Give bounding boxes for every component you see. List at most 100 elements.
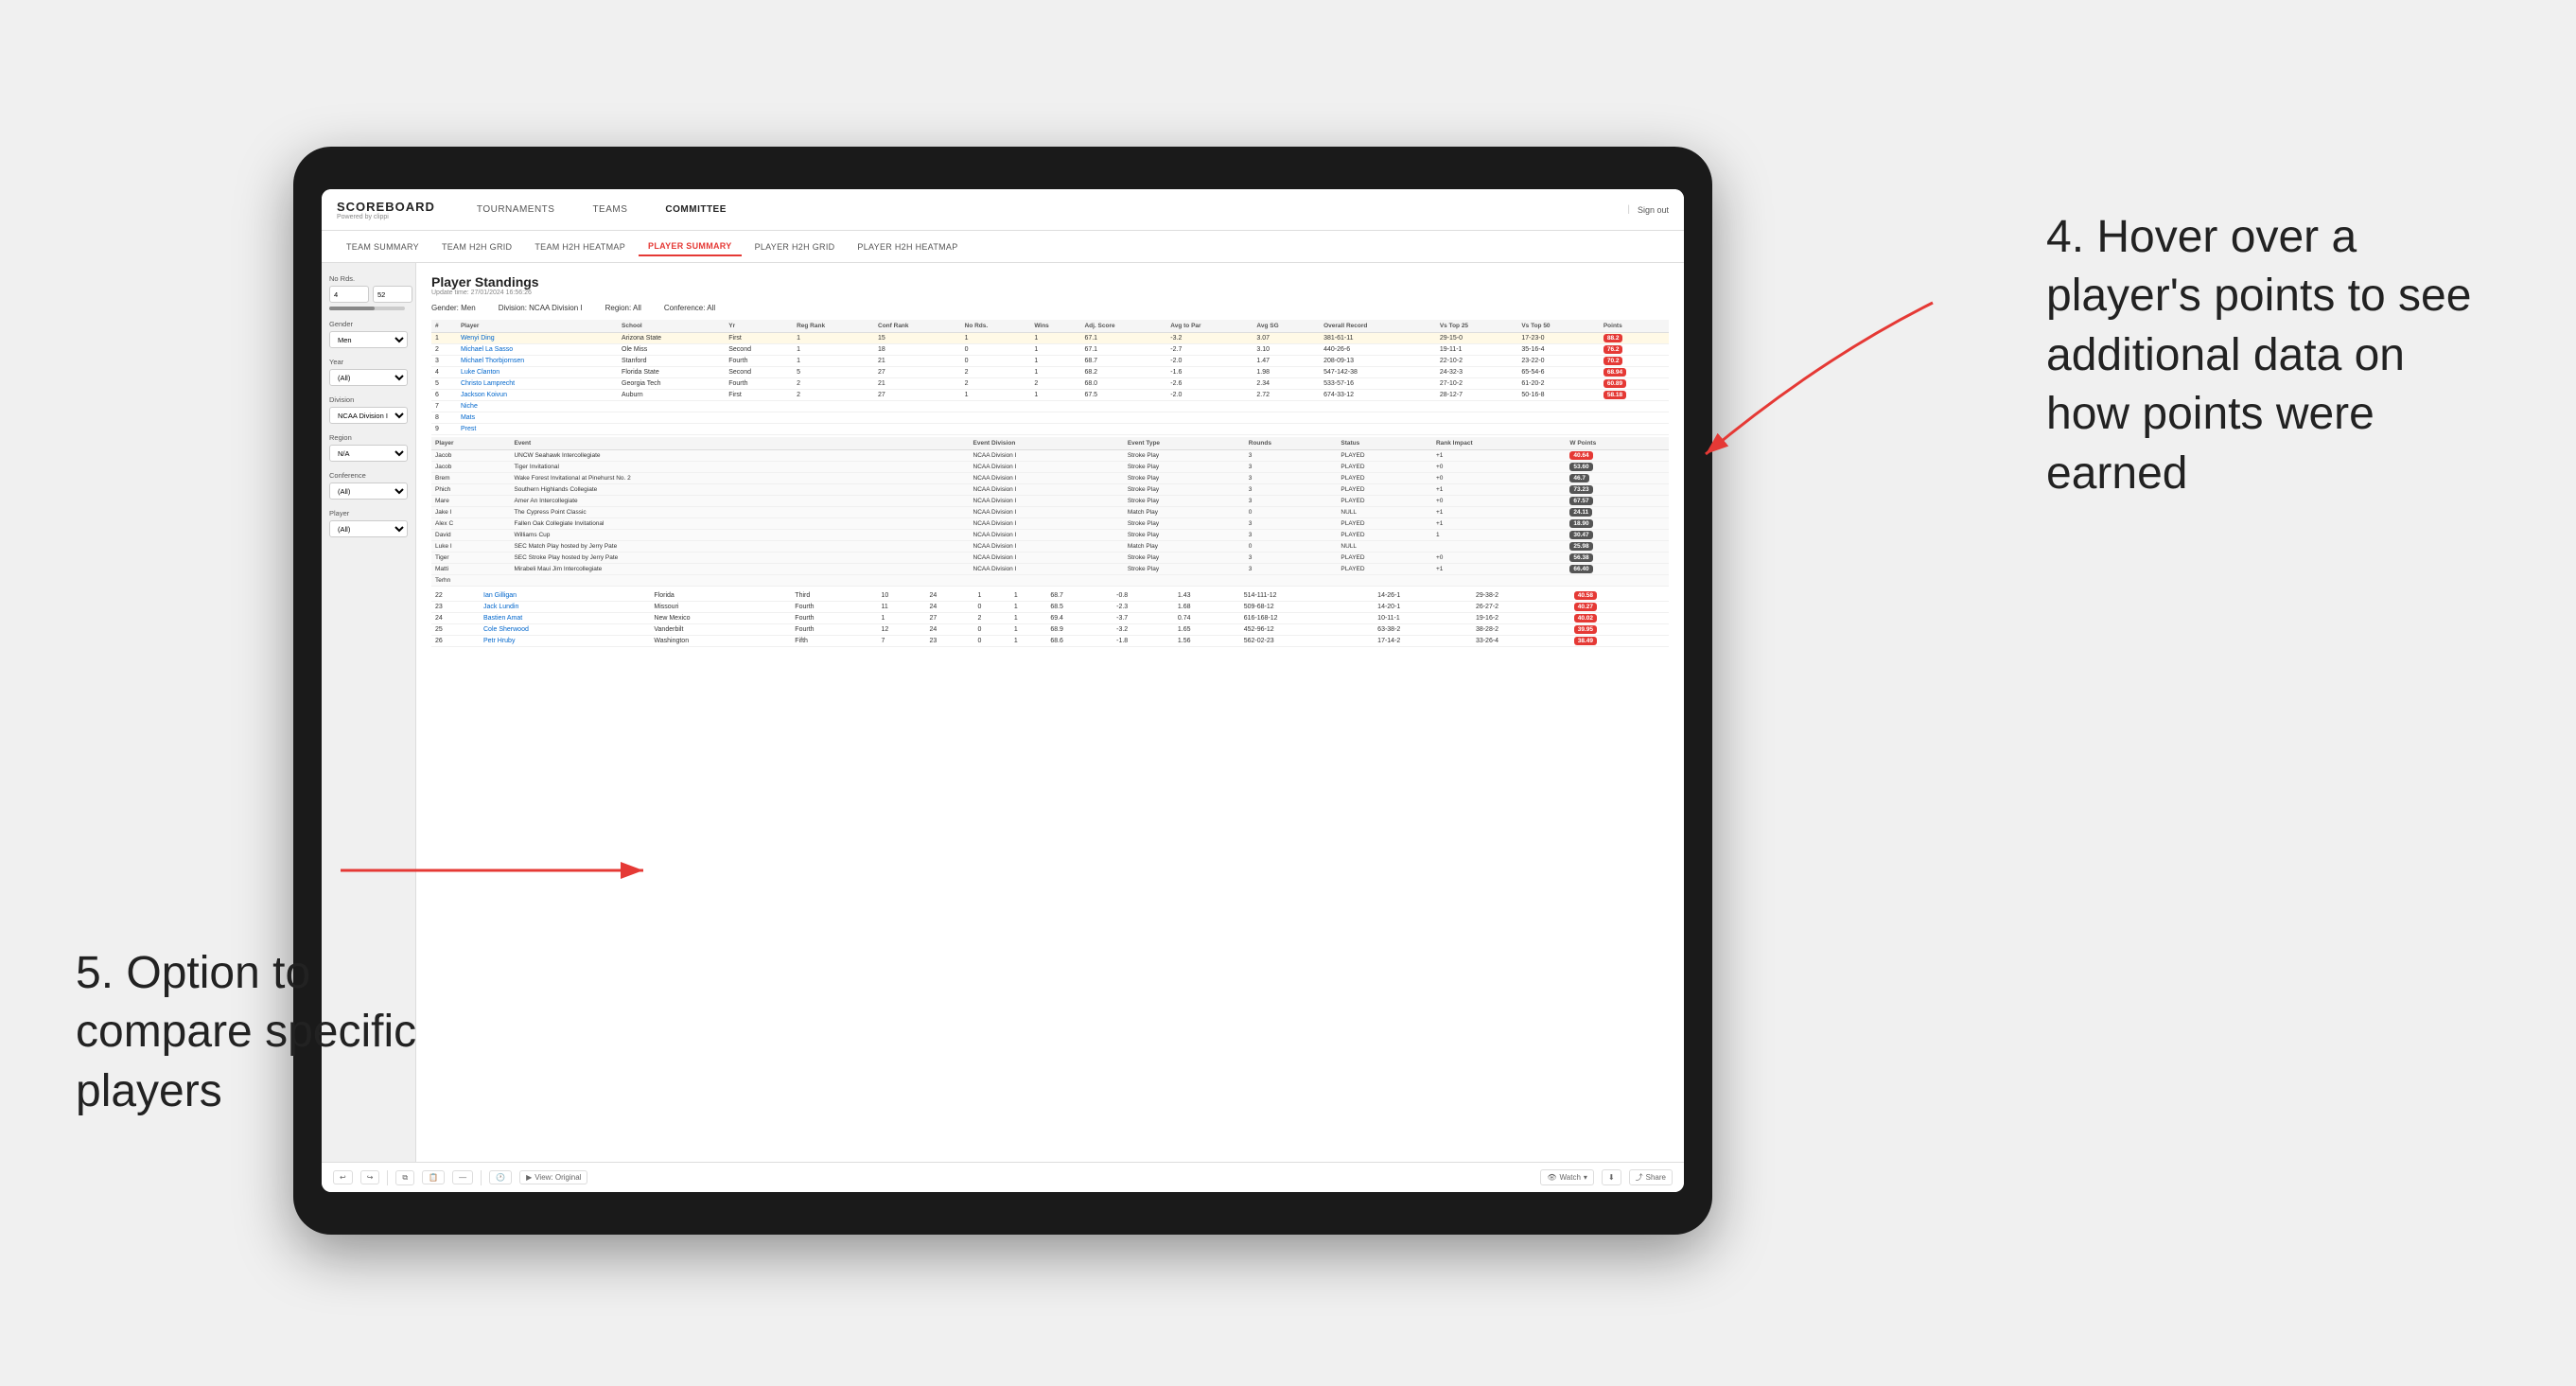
- event-cell-player: Phich: [431, 484, 510, 496]
- event-cell-wpoints[interactable]: [1566, 575, 1669, 587]
- event-cell-wpoints[interactable]: 25.98: [1566, 541, 1669, 553]
- event-points-badge[interactable]: 66.40: [1569, 565, 1592, 573]
- event-cell-rank: +1: [1432, 564, 1566, 575]
- col-wins: Wins: [1030, 320, 1080, 333]
- event-points-badge[interactable]: 67.57: [1569, 497, 1592, 505]
- cell-yr: First: [725, 333, 793, 344]
- copy-btn[interactable]: ⧉: [395, 1170, 414, 1185]
- event-points-badge[interactable]: 30.47: [1569, 531, 1592, 539]
- cell-rds: 1: [961, 390, 1031, 401]
- subnav-team-h2h-grid[interactable]: TEAM H2H GRID: [432, 238, 521, 255]
- cell-player[interactable]: Michael La Sasso: [457, 344, 618, 356]
- lower-cell-conf-rank: 24: [925, 602, 973, 613]
- event-points-badge[interactable]: 56.38: [1569, 553, 1592, 562]
- lower-points-badge[interactable]: 40.27: [1574, 603, 1597, 611]
- lower-cell-player[interactable]: Bastien Amat: [480, 613, 650, 624]
- share-btn[interactable]: ⤴ Share: [1629, 1169, 1673, 1185]
- lower-points-badge[interactable]: 40.02: [1574, 614, 1597, 623]
- subnav-team-h2h-heatmap[interactable]: TEAM H2H HEATMAP: [525, 238, 635, 255]
- paste-btn[interactable]: 📋: [422, 1170, 445, 1184]
- event-cell-event: Amer An Intercollegiate: [510, 496, 969, 507]
- lower-points-badge[interactable]: 39.95: [1574, 625, 1597, 634]
- division-select[interactable]: NCAA Division I: [329, 407, 408, 424]
- event-cell-wpoints[interactable]: 18.90: [1566, 518, 1669, 530]
- subnav-player-h2h-grid[interactable]: PLAYER H2H GRID: [745, 238, 845, 255]
- cell-wins: [1030, 401, 1080, 412]
- watch-btn[interactable]: 👁 Watch ▾: [1540, 1169, 1594, 1185]
- subnav-team-summary[interactable]: TEAM SUMMARY: [337, 238, 429, 255]
- event-cell-wpoints[interactable]: 24.11: [1566, 507, 1669, 518]
- cell-to-par: -2.0: [1166, 390, 1253, 401]
- player-select[interactable]: (All): [329, 520, 408, 537]
- col-record: Overall Record: [1320, 320, 1436, 333]
- event-cell-wpoints[interactable]: 30.47: [1566, 530, 1669, 541]
- cell-player[interactable]: Jackson Koivun: [457, 390, 618, 401]
- event-cell-player: Matti: [431, 564, 510, 575]
- cell-num: 5: [431, 378, 457, 390]
- cell-record: 381-61-11: [1320, 333, 1436, 344]
- lower-cell-points[interactable]: 39.95: [1570, 624, 1669, 636]
- nav-teams[interactable]: TEAMS: [585, 201, 635, 219]
- event-points-badge[interactable]: 18.90: [1569, 519, 1592, 528]
- lower-cell-player[interactable]: Ian Gilligan: [480, 590, 650, 602]
- cell-wins: 2: [1030, 378, 1080, 390]
- event-cell-wpoints[interactable]: 56.38: [1566, 553, 1669, 564]
- no-rds-slider[interactable]: [329, 307, 405, 310]
- cell-adj-score: 67.5: [1080, 390, 1166, 401]
- lower-cell-school: Missouri: [650, 602, 791, 613]
- lower-cell-player[interactable]: Jack Lundin: [480, 602, 650, 613]
- sign-out-link[interactable]: Sign out: [1638, 205, 1669, 215]
- region-select[interactable]: N/A: [329, 445, 408, 462]
- no-rds-max-input[interactable]: [373, 286, 412, 303]
- event-points-badge[interactable]: 24.11: [1569, 508, 1592, 517]
- lower-points-badge[interactable]: 40.58: [1574, 591, 1597, 600]
- gender-select[interactable]: Men: [329, 331, 408, 348]
- nav-tournaments[interactable]: TOURNAMENTS: [469, 201, 563, 219]
- cell-vs25: [1436, 424, 1518, 435]
- nav-committee[interactable]: COMMITTEE: [657, 201, 734, 219]
- conference-select[interactable]: (All): [329, 482, 408, 500]
- subnav-player-h2h-heatmap[interactable]: PLAYER H2H HEATMAP: [848, 238, 967, 255]
- lower-cell-points[interactable]: 40.02: [1570, 613, 1669, 624]
- clock-btn[interactable]: 🕐: [489, 1170, 512, 1184]
- redo-btn[interactable]: ↪: [360, 1170, 380, 1184]
- event-col-rounds: Rounds: [1245, 437, 1338, 450]
- event-cell-wpoints[interactable]: 66.40: [1566, 564, 1669, 575]
- cell-player[interactable]: Michael Thorbjornsen: [457, 356, 618, 367]
- lower-cell-player[interactable]: Cole Sherwood: [480, 624, 650, 636]
- cell-player[interactable]: Niche: [457, 401, 618, 412]
- event-points-badge[interactable]: 25.98: [1569, 542, 1592, 551]
- no-rds-min-input[interactable]: [329, 286, 369, 303]
- lower-cell-points[interactable]: 40.27: [1570, 602, 1669, 613]
- event-cell-event: Wake Forest Invitational at Pinehurst No…: [510, 473, 969, 484]
- cell-school: Stanford: [618, 356, 725, 367]
- lower-cell-points[interactable]: 40.58: [1570, 590, 1669, 602]
- logo-area: SCOREBOARD Powered by clippi: [337, 200, 435, 220]
- lower-cell-points[interactable]: 38.49: [1570, 636, 1669, 647]
- view-btn[interactable]: ▶ View: Original: [519, 1170, 587, 1184]
- cell-player[interactable]: Prest: [457, 424, 618, 435]
- event-cell-player: Jacob: [431, 462, 510, 473]
- lower-cell-yr: Third: [791, 590, 877, 602]
- sidebar-conference: Conference (All): [329, 471, 408, 500]
- lower-points-badge[interactable]: 38.49: [1574, 637, 1597, 645]
- cell-player[interactable]: Luke Clanton: [457, 367, 618, 378]
- download-btn[interactable]: ⬇: [1602, 1169, 1621, 1185]
- cell-player[interactable]: Christo Lamprecht: [457, 378, 618, 390]
- year-select[interactable]: (All): [329, 369, 408, 386]
- cell-player[interactable]: Mats: [457, 412, 618, 424]
- event-cell-status: PLAYED: [1337, 564, 1432, 575]
- cell-rds: 0: [961, 344, 1031, 356]
- lower-cell-to-par: -3.7: [1113, 613, 1174, 624]
- cell-wins: 1: [1030, 333, 1080, 344]
- cell-avg-sg: 2.72: [1253, 390, 1320, 401]
- event-cell-wpoints[interactable]: 67.57: [1566, 496, 1669, 507]
- dash-btn[interactable]: —: [452, 1170, 473, 1184]
- subnav-player-summary[interactable]: PLAYER SUMMARY: [639, 237, 742, 256]
- lower-cell-rds: 1: [973, 590, 1009, 602]
- cell-player[interactable]: Wenyi Ding: [457, 333, 618, 344]
- sidebar-division: Division NCAA Division I: [329, 395, 408, 424]
- undo-btn[interactable]: ↩: [333, 1170, 353, 1184]
- lower-cell-player[interactable]: Petr Hruby: [480, 636, 650, 647]
- cell-num: 1: [431, 333, 457, 344]
